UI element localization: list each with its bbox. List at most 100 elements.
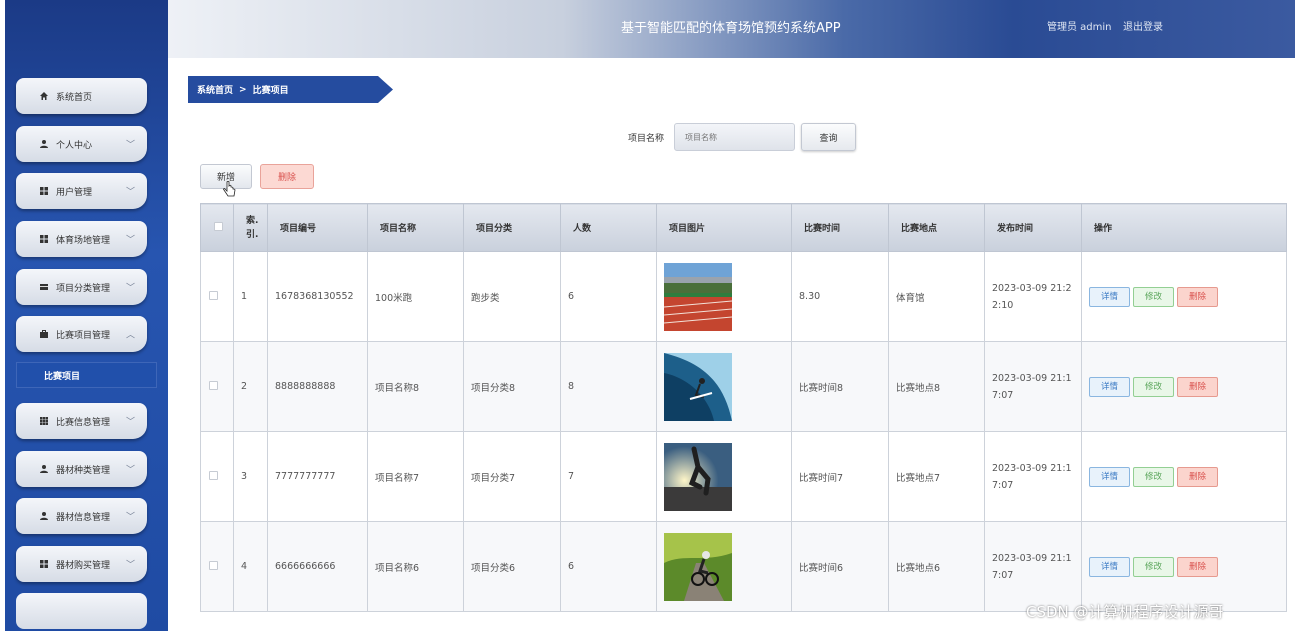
row-checkbox[interactable]: [209, 380, 218, 390]
table-row: 1 1678368130552 100米跑 跑步类 6 8.30 体育馆 2023-03-09…: [200, 251, 1287, 342]
project-image[interactable]: [664, 352, 791, 421]
sidebar-item-partial[interactable]: [16, 593, 147, 629]
delete-button[interactable]: 删除: [1177, 556, 1218, 577]
col-published: 发布时间: [984, 203, 1082, 252]
edit-button[interactable]: 修改: [1133, 376, 1174, 397]
home-icon: [38, 90, 50, 102]
project-table: 索. 引. 项目编号 项目名称 项目分类 人数 项目图片 比赛时间 比赛地点 发…: [200, 203, 1287, 612]
sidebar-item-label: 系统首页: [56, 92, 93, 103]
project-image[interactable]: [664, 532, 791, 601]
chevron-down-icon: ﹀: [125, 512, 135, 523]
grid-icon: [38, 233, 50, 245]
cell-index: 3: [233, 431, 268, 522]
cell-place: 体育馆: [888, 251, 985, 342]
chevron-up-icon: ︿: [125, 330, 135, 341]
table-row: 2 8888888888 项目名称8 项目分类8 8 比赛时间8 比赛地点8 2023-03-…: [200, 341, 1287, 432]
cell-code: 6666666666: [267, 521, 368, 612]
row-checkbox[interactable]: [209, 290, 218, 300]
breadcrumb: 系统首页 > 比赛项目: [188, 76, 393, 103]
sidebar-item-label: 体育场地管理: [56, 235, 111, 246]
sidebar-item-4[interactable]: 项目分类管理 ﹀: [16, 269, 147, 305]
card-icon: [38, 281, 50, 293]
person-icon: [38, 510, 50, 522]
batch-delete-button[interactable]: 删除: [260, 164, 314, 189]
project-image[interactable]: [664, 262, 791, 331]
chevron-down-icon: ﹀: [125, 465, 135, 476]
grid-icon: [38, 185, 50, 197]
sidebar-item-7[interactable]: 器材种类管理 ﹀: [16, 451, 147, 487]
sidebar-item-3[interactable]: 体育场地管理 ﹀: [16, 221, 147, 257]
cell-published: 2023-03-09 21:1 7:07: [984, 341, 1082, 432]
table-header-row: 索. 引. 项目编号 项目名称 项目分类 人数 项目图片 比赛时间 比赛地点 发…: [200, 203, 1287, 252]
row-select-cell: [200, 521, 234, 612]
delete-button[interactable]: 删除: [1177, 466, 1218, 487]
cell-place: 比赛地点8: [888, 341, 985, 432]
delete-button[interactable]: 删除: [1177, 286, 1218, 307]
edit-button[interactable]: 修改: [1133, 556, 1174, 577]
detail-button[interactable]: 详情: [1089, 376, 1130, 397]
cell-name: 项目名称8: [367, 341, 464, 432]
search-input[interactable]: [674, 123, 795, 151]
breadcrumb-separator: >: [239, 84, 247, 95]
row-checkbox[interactable]: [209, 470, 218, 480]
sidebar-item-label: 器材信息管理: [56, 512, 111, 523]
chevron-down-icon: ﹀: [125, 560, 135, 571]
edit-button[interactable]: 修改: [1133, 286, 1174, 307]
breadcrumb-home[interactable]: 系统首页: [197, 83, 233, 96]
cell-name: 项目名称6: [367, 521, 464, 612]
cell-place: 比赛地点7: [888, 431, 985, 522]
cell-name: 100米跑: [367, 251, 464, 342]
delete-button[interactable]: 删除: [1177, 376, 1218, 397]
project-image[interactable]: [664, 442, 791, 511]
sidebar: 系统首页 个人中心 ﹀ 用户管理 ﹀ 体育场地管理 ﹀ 项目分类管理 ﹀ 比赛项目管理 ︿ 比赛信息管…: [5, 0, 168, 631]
select-all-cell: [200, 203, 234, 252]
sidebar-item-label: 器材购买管理: [56, 560, 111, 571]
cell-index: 1: [233, 251, 268, 342]
logout-link[interactable]: 退出登录: [1123, 18, 1163, 33]
chevron-down-icon: ﹀: [125, 283, 135, 294]
cell-operations: 详情 修改 删除: [1081, 341, 1287, 432]
csdn-watermark: CSDN @计算机程序设计源哥: [1026, 603, 1224, 621]
briefcase-icon: [38, 328, 50, 340]
person-icon: [38, 138, 50, 150]
sidebar-subitem-active[interactable]: 比赛项目: [16, 362, 157, 388]
chevron-down-icon: ﹀: [125, 140, 135, 151]
grid-icon: [38, 558, 50, 570]
sidebar-item-9[interactable]: 器材购买管理 ﹀: [16, 546, 147, 582]
select-all-checkbox[interactable]: [214, 221, 223, 231]
sidebar-item-5[interactable]: 比赛项目管理 ︿: [16, 316, 147, 352]
cell-category: 项目分类6: [463, 521, 561, 612]
row-select-cell: [200, 431, 234, 522]
edit-button[interactable]: 修改: [1133, 466, 1174, 487]
cell-operations: 详情 修改 删除: [1081, 251, 1287, 342]
sidebar-item-label: 器材种类管理: [56, 465, 111, 476]
detail-button[interactable]: 详情: [1089, 286, 1130, 307]
sidebar-item-1[interactable]: 个人中心 ﹀: [16, 126, 147, 162]
table-icon: [38, 415, 50, 427]
chevron-down-icon: ﹀: [125, 417, 135, 428]
col-index: 索. 引.: [233, 203, 268, 252]
sidebar-item-label: 用户管理: [56, 187, 93, 198]
sidebar-item-2[interactable]: 用户管理 ﹀: [16, 173, 147, 209]
cell-index: 4: [233, 521, 268, 612]
sidebar-item-0[interactable]: 系统首页: [16, 78, 147, 114]
col-operations: 操作: [1081, 203, 1287, 252]
col-time: 比赛时间: [791, 203, 889, 252]
cell-image: [656, 341, 792, 432]
search-button[interactable]: 查询: [801, 123, 856, 151]
sidebar-item-6[interactable]: 比赛信息管理 ﹀: [16, 403, 147, 439]
cell-image: [656, 251, 792, 342]
row-checkbox[interactable]: [209, 560, 218, 570]
sidebar-item-label: 个人中心: [56, 140, 93, 151]
cell-image: [656, 521, 792, 612]
col-code: 项目编号: [267, 203, 368, 252]
sidebar-item-8[interactable]: 器材信息管理 ﹀: [16, 498, 147, 534]
cell-time: 比赛时间6: [791, 521, 889, 612]
cell-published: 2023-03-09 21:1 7:07: [984, 521, 1082, 612]
detail-button[interactable]: 详情: [1089, 556, 1130, 577]
col-people: 人数: [560, 203, 657, 252]
detail-button[interactable]: 详情: [1089, 466, 1130, 487]
cell-people: 6: [560, 251, 657, 342]
table-row: 3 7777777777 项目名称7 项目分类7 7 比赛时间7 比赛地点7 2023-03-…: [200, 431, 1287, 522]
sidebar-item-label: 比赛项目管理: [56, 330, 111, 341]
